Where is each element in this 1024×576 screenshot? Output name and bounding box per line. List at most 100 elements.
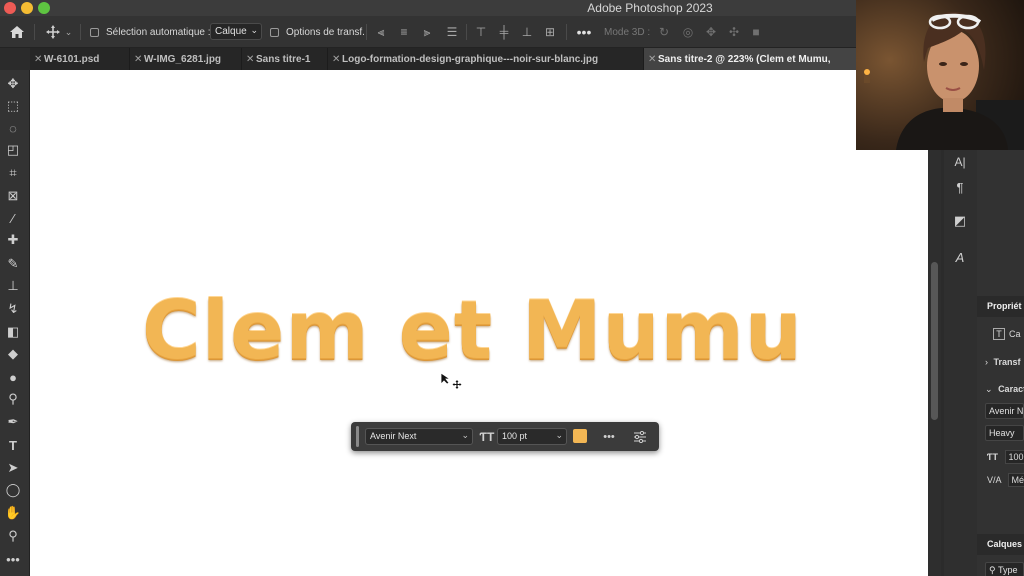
- move-tool[interactable]: ✥: [3, 74, 23, 94]
- zoom-window-button[interactable]: [38, 2, 50, 14]
- align-middle-icon[interactable]: ╪: [497, 25, 511, 39]
- crop-tool[interactable]: ⌗: [3, 163, 23, 183]
- shape-tool[interactable]: ◯: [3, 480, 23, 500]
- panel-dock: A| ¶ ◩ A: [944, 150, 977, 576]
- drag-3d-icon[interactable]: ✥: [703, 25, 719, 39]
- character-section[interactable]: ⌄ Caract: [985, 384, 1024, 395]
- home-button[interactable]: [6, 22, 28, 42]
- close-icon[interactable]: ✕: [134, 54, 142, 65]
- drag-handle[interactable]: [356, 426, 359, 447]
- eraser-tool[interactable]: ◧: [3, 322, 23, 342]
- history-brush-tool[interactable]: ↯: [3, 299, 23, 319]
- align-bottom-icon[interactable]: ⊥: [520, 25, 534, 39]
- text-color-swatch[interactable]: [573, 429, 587, 443]
- layer-type-row: T Ca: [993, 328, 1024, 340]
- hand-tool[interactable]: ✋: [3, 503, 23, 523]
- orbit-3d-icon[interactable]: ↻: [656, 25, 672, 39]
- more-options-button[interactable]: •••: [599, 429, 619, 444]
- close-icon[interactable]: ✕: [332, 54, 340, 65]
- marquee-tool[interactable]: ⬚: [3, 96, 23, 116]
- font-size-value: 100 pt: [502, 431, 528, 441]
- close-icon[interactable]: ✕: [648, 54, 656, 65]
- align-top-icon[interactable]: ⊤: [474, 25, 488, 39]
- paragraph-icon: ¶: [956, 179, 964, 195]
- auto-select-dropdown[interactable]: Calque ⌄: [210, 23, 262, 40]
- chevron-down-icon: ⌄: [250, 25, 258, 35]
- frame-tool[interactable]: ⊠: [3, 186, 23, 206]
- auto-select-checkbox[interactable]: [90, 27, 99, 37]
- tab-w-6101[interactable]: ✕ W-6101.psd: [30, 48, 130, 70]
- healing-tool[interactable]: ✚: [3, 230, 23, 250]
- styles-panel-button[interactable]: ◩: [950, 211, 970, 231]
- auto-select-label: Sélection automatique :: [106, 26, 211, 38]
- bucket-tool[interactable]: ◆: [3, 344, 23, 364]
- settings-button[interactable]: [631, 429, 649, 444]
- chevron-down-icon: ⌄: [461, 430, 469, 440]
- move-cursor-icon: [440, 372, 462, 389]
- lasso-tool[interactable]: ◌: [3, 118, 23, 138]
- distribute-icon[interactable]: ☰: [445, 25, 459, 39]
- font-size-icon: ƬT: [987, 452, 998, 462]
- pen-tool[interactable]: ✒: [3, 412, 23, 432]
- properties-title: Propriét: [987, 301, 1022, 311]
- transform-section[interactable]: › Transf: [985, 357, 1024, 367]
- font-size-value[interactable]: 100: [1004, 450, 1024, 464]
- sliders-icon: [634, 430, 646, 443]
- app-title: Adobe Photoshop 2023: [587, 1, 713, 15]
- dodge-tool[interactable]: ⚲: [3, 389, 23, 409]
- stamp-tool[interactable]: ⊥: [3, 276, 23, 296]
- ellipse-icon: ◯: [5, 482, 21, 497]
- character-panel-button[interactable]: A|: [950, 152, 970, 172]
- tab-w-img-6281[interactable]: ✕ W-IMG_6281.jpg: [130, 48, 242, 70]
- slide-3d-icon[interactable]: ✣: [726, 25, 742, 39]
- font-family-select[interactable]: Avenir Next ⌄: [365, 428, 473, 445]
- align-baseline-icon[interactable]: ⊞: [543, 25, 557, 39]
- transform-checkbox[interactable]: [270, 27, 279, 37]
- more-icon: •••: [603, 430, 615, 443]
- close-icon[interactable]: ✕: [34, 54, 42, 65]
- font-style-field[interactable]: Heavy: [985, 425, 1024, 441]
- close-icon[interactable]: ✕: [246, 54, 254, 65]
- glyphs-panel-button[interactable]: A: [950, 247, 970, 267]
- brush-tool[interactable]: ✎: [3, 254, 23, 274]
- roll-3d-icon[interactable]: ◎: [680, 25, 696, 39]
- transform-label: Options de transf.: [286, 26, 365, 38]
- auto-select-option[interactable]: Sélection automatique :: [90, 16, 211, 48]
- tracking-value[interactable]: Mé: [1007, 473, 1024, 487]
- paragraph-panel-button[interactable]: ¶: [950, 177, 970, 197]
- eyedropper-tool[interactable]: ⁄: [3, 208, 23, 228]
- canvas-text-layer[interactable]: Clem et Mumu: [142, 284, 803, 377]
- zoom-tool[interactable]: ⚲: [3, 526, 23, 546]
- transform-option[interactable]: Options de transf.: [270, 16, 365, 48]
- type-icon: T: [9, 437, 17, 453]
- pen-icon: ✒: [7, 414, 19, 429]
- align-center-h-icon[interactable]: ≡: [397, 25, 411, 39]
- tab-logo-formation[interactable]: ✕ Logo-formation-design-graphique---noir…: [328, 48, 644, 70]
- document-canvas[interactable]: Clem et Mumu Avenir Next ⌄ ƬT 100 pt ⌄ •…: [30, 70, 928, 576]
- scrollbar-thumb[interactable]: [931, 262, 938, 420]
- type-tool[interactable]: T: [3, 435, 23, 455]
- align-left-icon[interactable]: ⫷: [374, 25, 388, 39]
- more-tools[interactable]: •••: [3, 549, 23, 569]
- font-family-field[interactable]: Avenir N: [985, 403, 1024, 419]
- object-select-tool[interactable]: ◰: [3, 140, 23, 160]
- more-options-button[interactable]: •••: [574, 24, 594, 40]
- close-window-button[interactable]: [4, 2, 16, 14]
- tab-sans-titre-1[interactable]: ✕ Sans titre-1: [242, 48, 328, 70]
- crop-icon: ⌗: [9, 165, 17, 180]
- minimize-window-button[interactable]: [21, 2, 33, 14]
- separator: [466, 24, 467, 40]
- home-icon: [10, 26, 24, 38]
- font-size-select[interactable]: 100 pt ⌄: [497, 428, 567, 445]
- align-right-icon[interactable]: ⫸: [420, 25, 434, 39]
- smudge-tool[interactable]: ●: [3, 367, 23, 387]
- path-select-tool[interactable]: ➤: [3, 458, 23, 478]
- tracking-row: V/A Mé: [987, 473, 1024, 487]
- move-icon: [45, 25, 60, 39]
- move-tool-preset[interactable]: ⌄: [42, 22, 76, 42]
- brush-icon: ✎: [7, 256, 19, 271]
- camera-3d-icon[interactable]: ■: [748, 25, 764, 39]
- tab-sans-titre-2[interactable]: ✕ Sans titre-2 @ 223% (Clem et Mumu,: [644, 48, 860, 70]
- photoshop-window: Adobe Photoshop 2023 ⌄ Sélection automat…: [0, 0, 1024, 576]
- layer-filter-field[interactable]: ⚲ Type: [985, 562, 1024, 576]
